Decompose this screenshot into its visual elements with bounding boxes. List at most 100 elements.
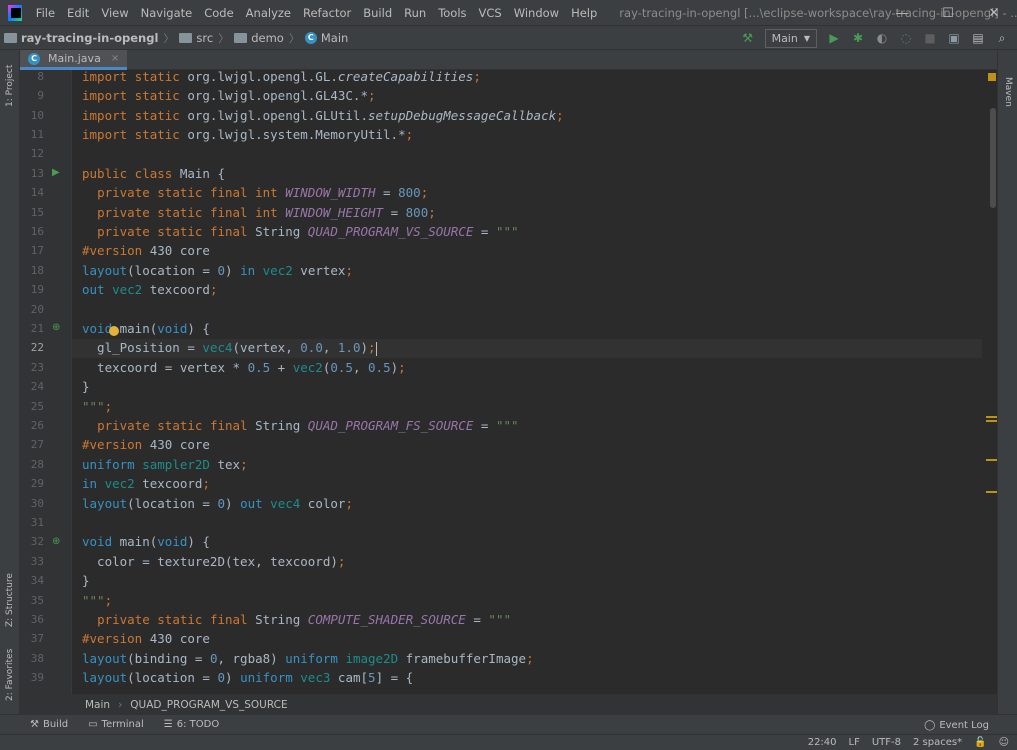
code-line: } [82, 379, 90, 395]
vertical-scrollbar-thumb[interactable] [990, 108, 996, 208]
close-button[interactable]: ✕ [971, 0, 1017, 26]
favorites-tool-tab[interactable]: 2: Favorites [0, 645, 20, 705]
project-tool-tab[interactable]: 1: Project [0, 56, 20, 116]
code-line: in vec2 texcoord; [82, 476, 210, 492]
file-encoding[interactable]: UTF-8 [872, 737, 901, 748]
profile-icon[interactable]: ◌ [899, 31, 913, 45]
line-number: 10 [30, 108, 44, 122]
code-line: private static final String COMPUTE_SHAD… [97, 612, 511, 627]
nav-crumb-demo[interactable]: demo [230, 26, 288, 50]
build-hammer-icon[interactable]: ⚒ [741, 31, 755, 45]
override-gutter-icon[interactable]: ⊕ [52, 536, 64, 548]
run-gutter-icon[interactable]: ▶ [52, 167, 64, 179]
title-bar: File Edit View Navigate Code Analyze Ref… [0, 0, 1017, 26]
line-number: 16 [30, 225, 44, 238]
line-number: 24 [30, 380, 44, 394]
code-line: """; [82, 592, 113, 608]
chevron-right-icon: 〉 [218, 31, 230, 45]
menu-refactor[interactable]: Refactor [297, 0, 357, 26]
project-structure-icon[interactable]: ▣ [947, 31, 961, 45]
code-line: uniform sampler2D tex; [82, 456, 248, 472]
menu-code[interactable]: Code [198, 0, 239, 26]
code-line: gl_Position = vec4(vertex, 0.0, 1.0); [82, 340, 377, 356]
line-number: 33 [30, 554, 44, 568]
menu-help[interactable]: Help [565, 0, 603, 26]
indent-setting[interactable]: 2 spaces* [913, 737, 962, 748]
warning-marker[interactable] [986, 420, 997, 422]
coverage-icon[interactable]: ◐ [875, 31, 889, 45]
todo-label: 6: TODO [176, 719, 220, 730]
line-number: 9 [37, 89, 44, 103]
menu-view[interactable]: View [95, 0, 134, 26]
line-number: 31 [30, 516, 44, 529]
lock-icon[interactable]: 🔓 [974, 737, 986, 748]
structure-tool-tab[interactable]: Z: Structure [0, 565, 20, 635]
menu-run[interactable]: Run [398, 0, 432, 26]
event-log-label: Event Log [939, 719, 989, 731]
nav-crumb-project[interactable]: ray-tracing-in-opengl [0, 26, 162, 50]
line-number: 21 [30, 322, 44, 335]
caret-position[interactable]: 22:40 [808, 737, 837, 748]
build-tool-button[interactable]: ⚒ Build [20, 715, 78, 735]
debug-icon[interactable]: ✱ [851, 31, 865, 45]
status-bar: 22:40 LF UTF-8 2 spaces* 🔓 ☺ [0, 734, 1017, 750]
warning-marker[interactable] [986, 491, 997, 493]
nav-crumb-src[interactable]: src [175, 26, 217, 50]
list-icon: ☰ [163, 719, 173, 730]
code-line: #version 430 core [82, 243, 210, 259]
terminal-tool-button[interactable]: ▭ Terminal [78, 715, 154, 735]
run-configuration-select[interactable]: Main ▼ [764, 28, 817, 48]
warning-status-icon[interactable] [988, 73, 996, 81]
nav-project-label: ray-tracing-in-opengl [21, 30, 159, 45]
code-line: layout(location = 0) in vec2 vertex; [82, 262, 353, 278]
hammer-icon: ⚒ [30, 719, 39, 730]
line-number: 14 [30, 186, 44, 200]
maven-tool-tab[interactable]: Maven [998, 72, 1017, 112]
terminal-icon: ▭ [88, 719, 98, 730]
menu-file[interactable]: File [30, 0, 61, 26]
menu-edit[interactable]: Edit [61, 0, 95, 26]
stop-icon[interactable]: ■ [923, 31, 937, 45]
tab-main-java[interactable]: C Main.java × [20, 50, 128, 70]
inspector-icon[interactable]: ☺ [999, 737, 1009, 748]
breadcrumb-class[interactable]: Main [85, 699, 110, 711]
line-number: 30 [30, 496, 44, 510]
nav-crumb-main[interactable]: C Main [301, 26, 352, 50]
close-tab-icon[interactable]: × [111, 53, 119, 64]
intellij-logo-icon [8, 4, 22, 21]
line-number: 18 [30, 263, 44, 277]
code-editor[interactable]: 8 9 10 11 12 13 14 15 16 17 18 19 20 21 22 23 24 25 26 27 28… [20, 70, 997, 694]
event-log-icon: ◯ [924, 719, 936, 731]
todo-tool-button[interactable]: ☰ 6: TODO [154, 715, 229, 735]
maximize-button[interactable]: ☐ [925, 0, 971, 26]
layout-icon[interactable]: ▤ [971, 31, 985, 45]
run-config-label: Main [771, 31, 798, 45]
minimize-button[interactable]: — [879, 0, 925, 26]
menu-window[interactable]: Window [508, 0, 565, 26]
menu-navigate[interactable]: Navigate [135, 0, 199, 26]
code-line: import static org.lwjgl.opengl.GL.create… [82, 70, 481, 84]
left-tool-strip: 1: Project Z: Structure 2: Favorites [0, 50, 20, 714]
search-icon[interactable]: ⌕ [995, 31, 1009, 45]
warning-marker[interactable] [986, 459, 997, 461]
menu-analyze[interactable]: Analyze [240, 0, 297, 26]
run-icon[interactable]: ▶ [827, 31, 841, 45]
warning-marker[interactable] [986, 416, 997, 418]
code-line: private static final int WINDOW_HEIGHT =… [97, 204, 436, 220]
event-log-button[interactable]: ◯ Event Log [924, 715, 989, 735]
menu-build[interactable]: Build [357, 0, 398, 26]
code-line: """; [82, 398, 113, 414]
line-number: 8 [37, 70, 44, 83]
menu-vcs[interactable]: VCS [473, 0, 508, 26]
override-gutter-icon[interactable]: ⊕ [52, 322, 64, 334]
tool-window-bar: ⚒ Build ▭ Terminal ☰ 6: TODO ◯ Event Log [0, 714, 1017, 734]
java-class-icon: C [28, 52, 40, 65]
class-icon: C [304, 31, 317, 44]
line-number: 39 [30, 671, 44, 685]
chevron-right-icon: 〉 [288, 31, 300, 45]
breadcrumb-field[interactable]: QUAD_PROGRAM_VS_SOURCE [130, 699, 287, 711]
nav-demo-label: demo [251, 30, 284, 45]
menu-tools[interactable]: Tools [432, 0, 472, 26]
line-separator[interactable]: LF [849, 737, 860, 748]
intention-bulb-icon[interactable] [109, 326, 119, 336]
